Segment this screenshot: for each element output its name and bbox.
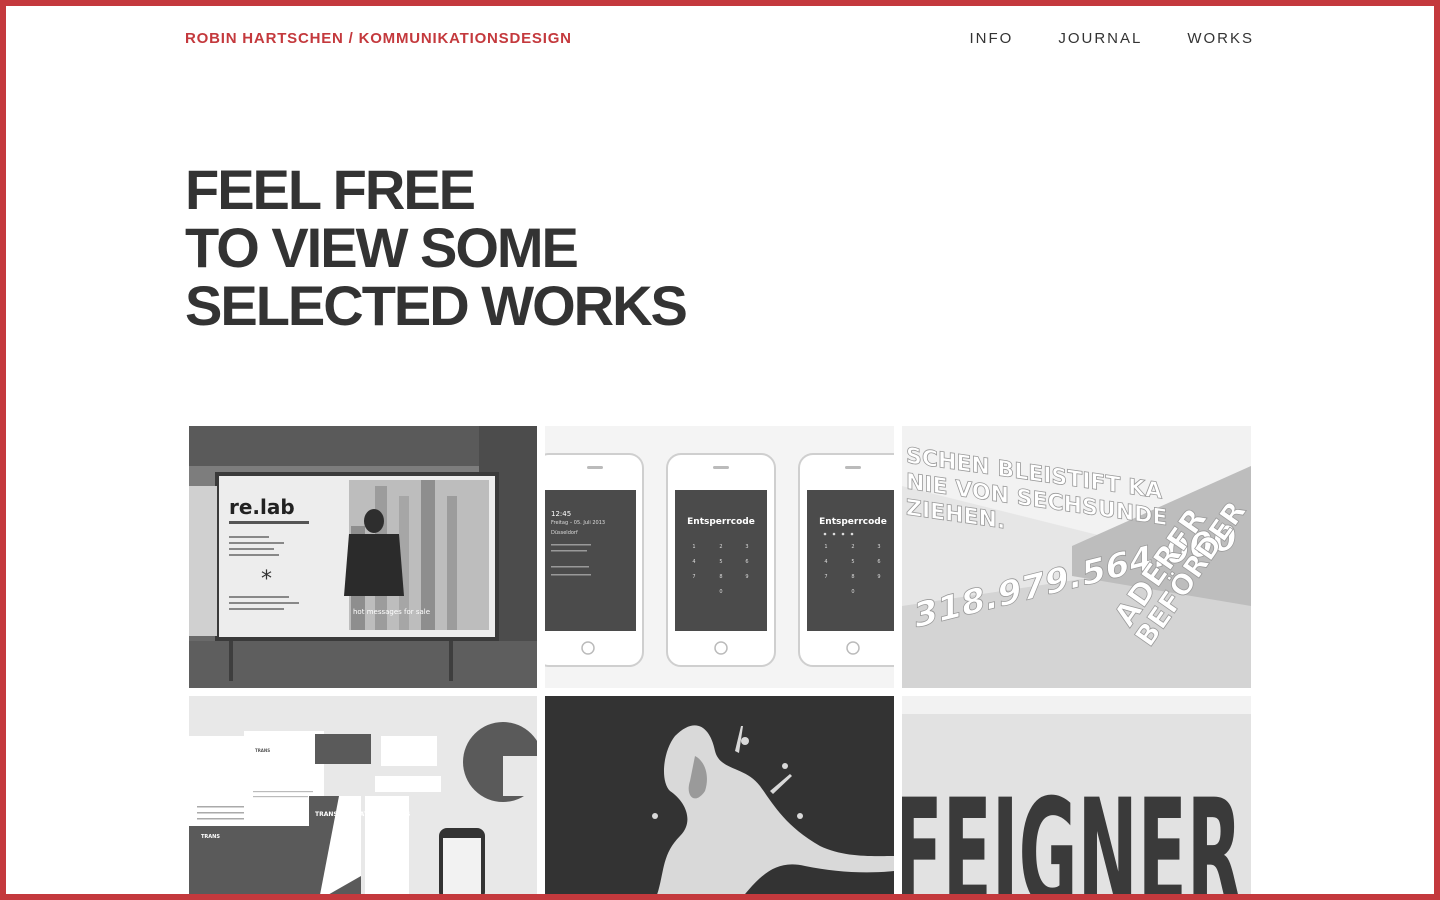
work-tile-3d-typography[interactable]: SCHEN BLEISTIFT KA NIE VON SECHSUNDE ZIE… <box>902 426 1251 688</box>
svg-text:4: 4 <box>824 559 827 565</box>
svg-text:3: 3 <box>745 544 748 550</box>
work-tile-large-type[interactable]: FEIGNER <box>902 696 1251 900</box>
svg-text:4: 4 <box>692 559 695 565</box>
svg-text:6: 6 <box>745 559 748 565</box>
site-logo-link[interactable]: ROBIN HARTSCHEN / KOMMUNIKATIONSDESIGN <box>185 30 572 47</box>
svg-text:9: 9 <box>745 574 748 580</box>
large-type-text: FEIGNER <box>902 767 1242 900</box>
entsperrcode-label-1: Entsperrcode <box>687 517 755 527</box>
stationery-image: TRANS TRANS TRANS FORMATION AFFAIRS <box>189 696 537 900</box>
svg-text:5: 5 <box>719 559 722 565</box>
large-type-image: FEIGNER <box>902 696 1251 900</box>
entsperrcode-label-2: Entsperrcode <box>819 517 887 527</box>
svg-text:2: 2 <box>719 544 722 550</box>
svg-text:2: 2 <box>851 544 854 550</box>
lockscreen-city-text: Düsseldorf <box>551 530 578 536</box>
svg-text:8: 8 <box>719 574 722 580</box>
main-nav: INFO JOURNAL WORKS <box>969 30 1254 47</box>
svg-text:0: 0 <box>719 589 722 595</box>
typography-room-image: SCHEN BLEISTIFT KA NIE VON SECHSUNDE ZIE… <box>902 426 1251 688</box>
svg-text:3: 3 <box>877 544 880 550</box>
svg-text:6: 6 <box>877 559 880 565</box>
nav-item-info[interactable]: INFO <box>969 30 1013 47</box>
svg-text:8: 8 <box>851 574 854 580</box>
lockscreen-date-text: Freitag – 05. Juli 2013 <box>551 520 605 526</box>
splash-image <box>545 696 894 900</box>
svg-text:1: 1 <box>692 544 695 550</box>
svg-text:7: 7 <box>692 574 695 580</box>
svg-text:TRANS: TRANS <box>255 748 270 753</box>
hero-heading: FEEL FREE TO VIEW SOME SELECTED WORKS <box>185 158 688 337</box>
lockscreen-time-text: 12:45 <box>551 510 571 518</box>
hero-line-3: SELECTED WORKS <box>185 274 688 337</box>
work-tile-app-lockscreen[interactable]: 12:45 Freitag – 05. Juli 2013 Düsseldorf… <box>545 426 894 688</box>
nav-item-journal[interactable]: JOURNAL <box>1058 30 1142 47</box>
work-tile-splash[interactable] <box>545 696 894 900</box>
nav-item-works[interactable]: WORKS <box>1187 30 1254 47</box>
svg-text:1: 1 <box>824 544 827 550</box>
hero-line-2: TO VIEW SOME <box>185 216 579 279</box>
relab-title-text: re.lab <box>229 495 295 519</box>
svg-text:7: 7 <box>824 574 827 580</box>
svg-text:5: 5 <box>851 559 854 565</box>
relab-subtitle-text: hot messages for sale <box>353 608 430 616</box>
svg-text:TRANS: TRANS <box>201 834 220 840</box>
work-tile-transformation-affairs[interactable]: TRANS TRANS TRANS FORMATION AFFAIRS <box>189 696 537 900</box>
svg-text:9: 9 <box>877 574 880 580</box>
phones-image: 12:45 Freitag – 05. Juli 2013 Düsseldorf… <box>545 426 894 688</box>
work-tile-relab[interactable]: re.lab * hot messages for sale <box>189 426 537 688</box>
svg-text:*: * <box>261 567 272 592</box>
svg-text:0: 0 <box>851 589 854 595</box>
relab-billboard-image: re.lab * hot messages for sale <box>189 426 537 688</box>
hero-line-1: FEEL FREE <box>185 158 476 221</box>
